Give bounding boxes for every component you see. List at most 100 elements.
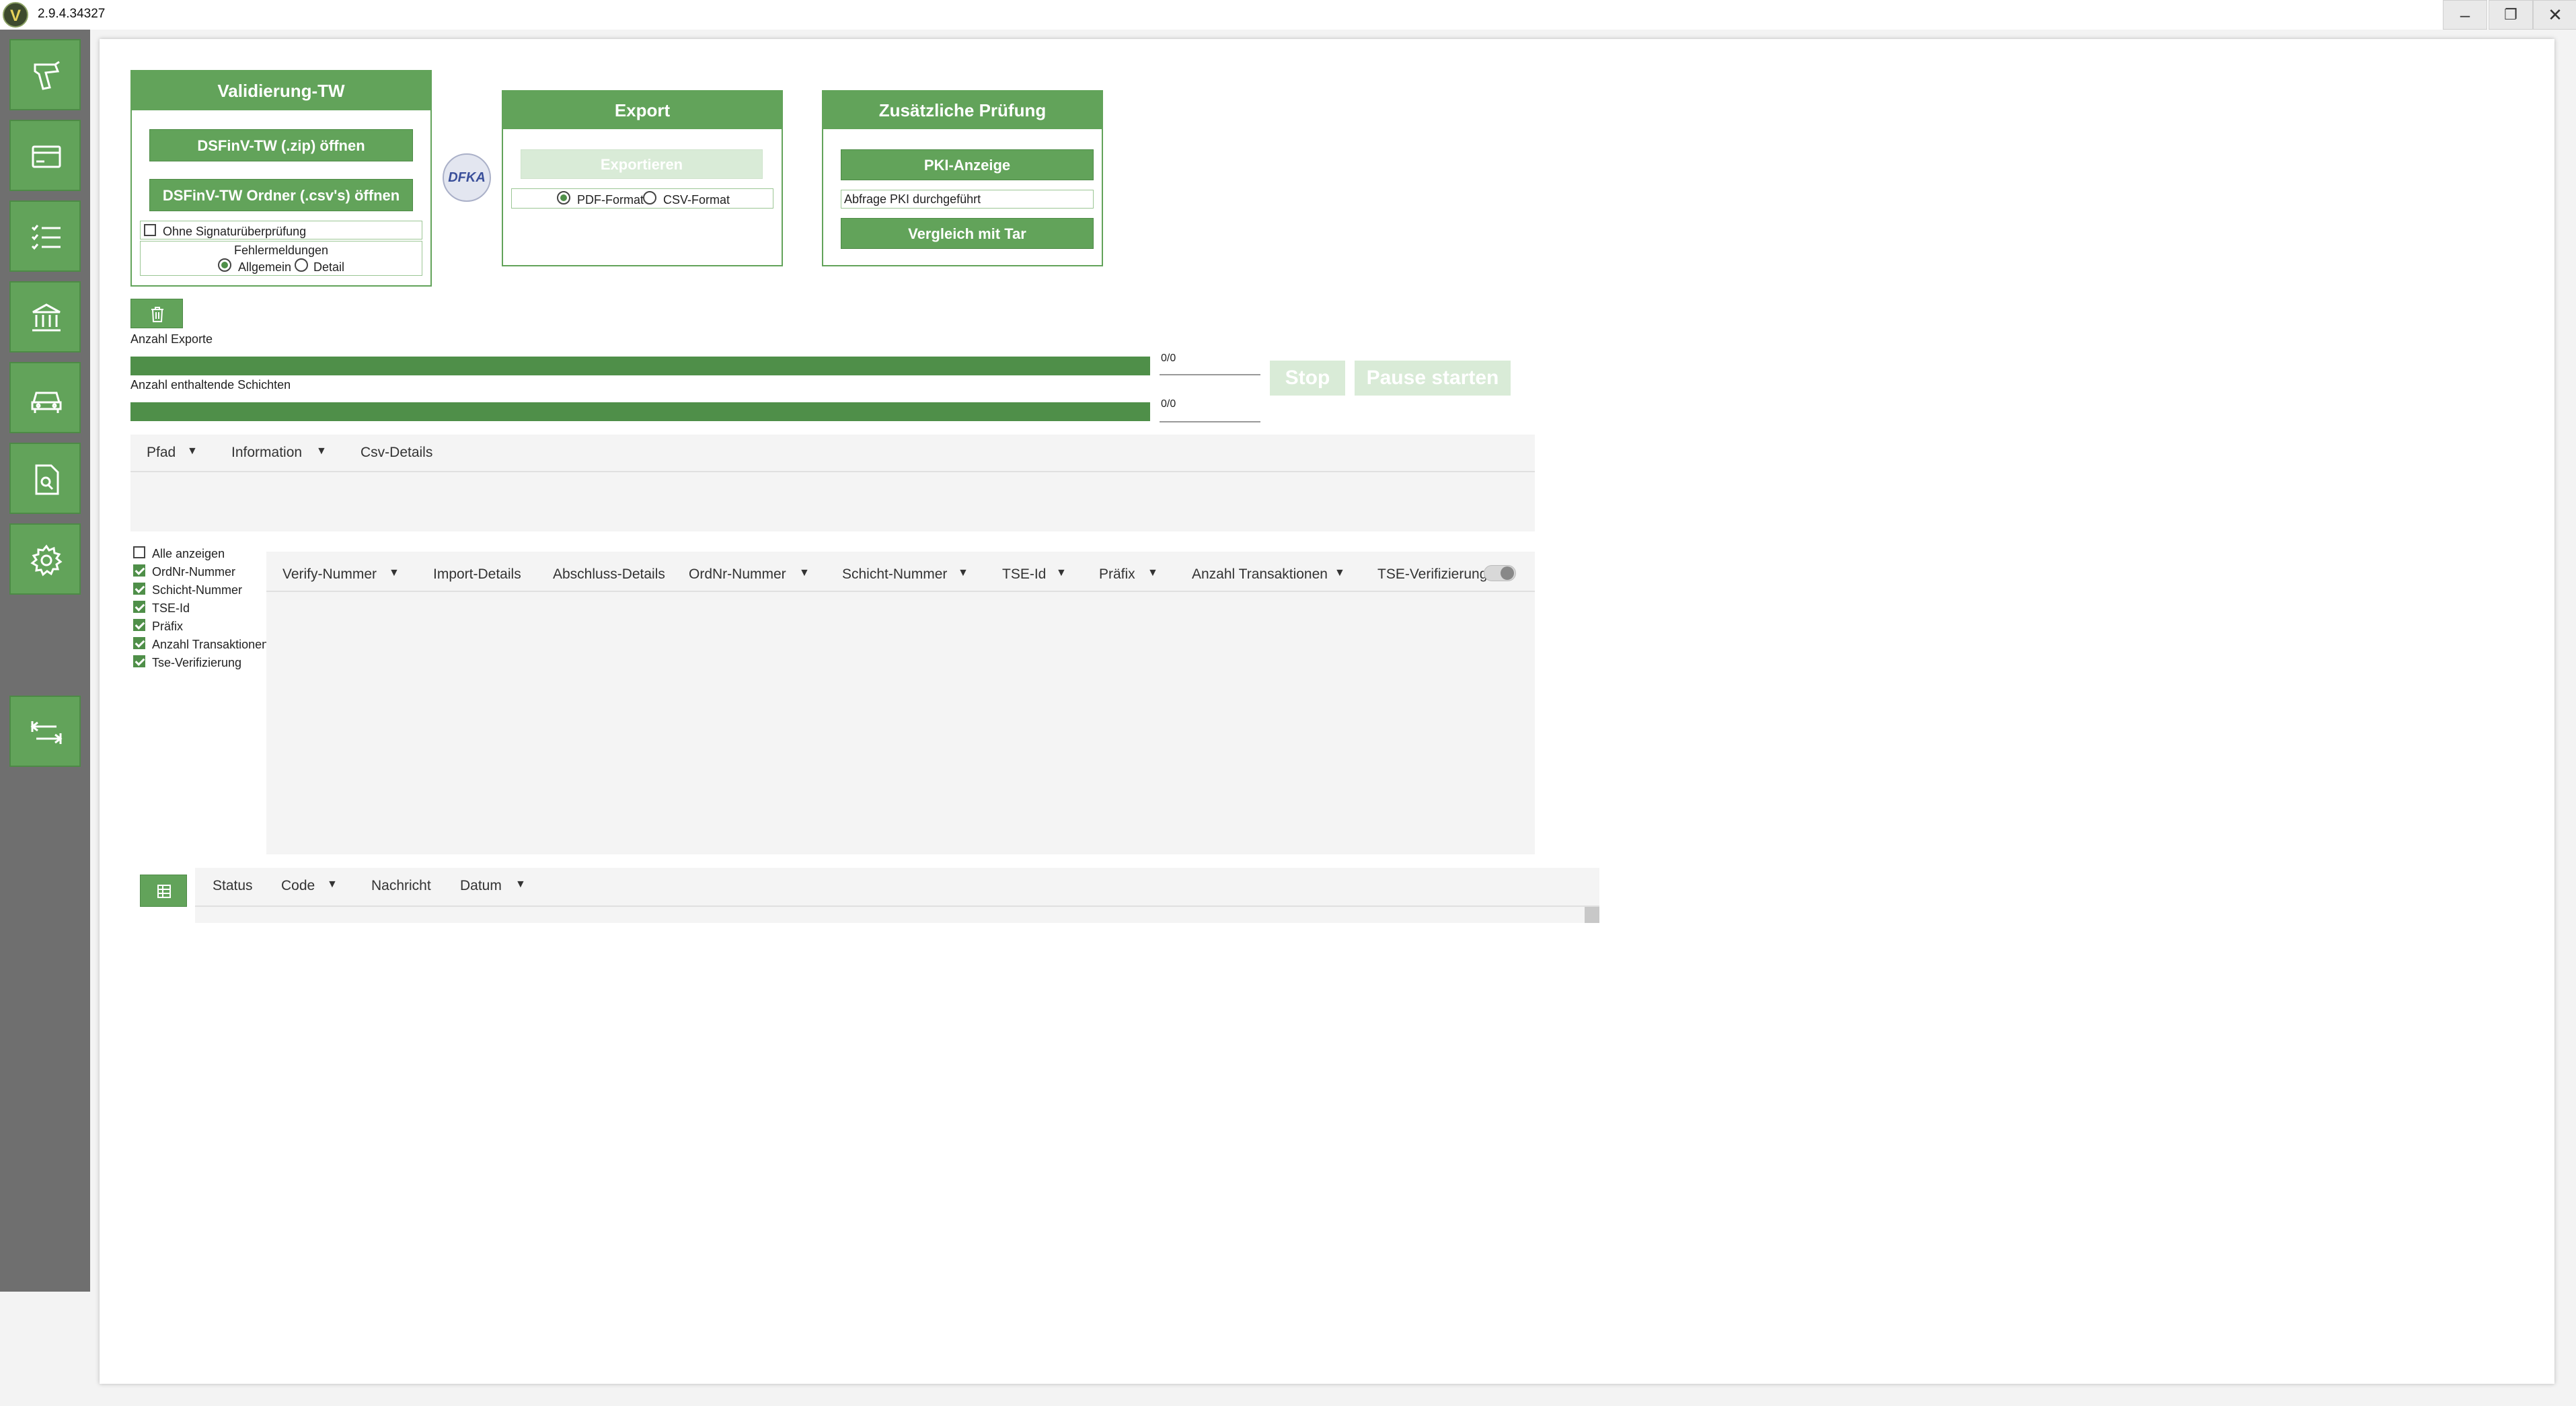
filter-icon[interactable]: ▼ (799, 567, 810, 579)
column-toggle-label: OrdNr-Nummer (152, 565, 235, 579)
open-folder-button[interactable]: DSFinV-TW Ordner (.csv's) öffnen (149, 179, 413, 211)
general-label: Allgemein (238, 260, 292, 274)
exports-label: Anzahl Exporte (130, 332, 213, 346)
verify-col-prefix[interactable]: Präfix (1099, 566, 1135, 583)
verify-col-transaction-count[interactable]: Anzahl Transaktionen (1192, 566, 1328, 583)
column-toggle-checkbox[interactable] (133, 601, 145, 613)
scrollbar-corner[interactable] (1585, 907, 1599, 923)
sidebar-item-bank[interactable] (9, 281, 81, 353)
csv-radio[interactable] (643, 191, 656, 205)
skip-signature-checkbox[interactable] (144, 224, 156, 236)
open-zip-button[interactable]: DSFinV-TW (.zip) öffnen (149, 129, 413, 161)
shifts-count-underline (1160, 421, 1260, 422)
sidebar-item-document-search[interactable] (9, 443, 81, 514)
column-toggle-label: Präfix (152, 620, 184, 633)
sidebar-item-car[interactable] (9, 362, 81, 433)
pki-button[interactable]: PKI-Anzeige (841, 149, 1094, 180)
trash-icon (151, 307, 163, 322)
stop-button[interactable]: Stop (1270, 361, 1345, 396)
verify-col-verify-number[interactable]: Verify-Nummer (282, 566, 377, 583)
file-table-header-line (130, 471, 1535, 472)
title-bar (0, 0, 2576, 30)
validation-title: Validierung-TW (132, 71, 430, 110)
minimize-button[interactable]: – (2443, 0, 2487, 30)
shifts-label: Anzahl enthaltende Schichten (130, 378, 291, 392)
column-toggle-checkbox[interactable] (133, 583, 145, 595)
detail-radio[interactable] (295, 258, 308, 272)
filter-icon[interactable]: ▼ (327, 879, 338, 891)
filter-icon[interactable]: ▼ (316, 445, 327, 457)
sidebar-item-collapse[interactable] (9, 696, 81, 767)
collapse-arrows-icon (30, 721, 63, 744)
checklist-icon (31, 225, 61, 250)
app-logo: V (3, 2, 28, 28)
verify-col-shift-number[interactable]: Schicht-Nummer (842, 566, 947, 583)
filter-icon[interactable]: ▼ (1147, 567, 1158, 579)
filter-icon[interactable]: ▼ (515, 879, 526, 891)
pause-button[interactable]: Pause starten (1355, 361, 1511, 396)
column-toggle-label: Schicht-Nummer (152, 583, 243, 597)
sidebar-item-settings[interactable] (9, 523, 81, 595)
file-table (130, 435, 1535, 531)
detail-label: Detail (313, 260, 345, 274)
dfka-logo: DFKA (443, 153, 491, 202)
export-button[interactable]: Exportieren (521, 149, 763, 179)
verify-table (266, 552, 1535, 854)
log-col-status[interactable]: Status (213, 878, 253, 894)
spreadsheet-icon (157, 885, 171, 898)
verification-toggle[interactable] (1484, 565, 1516, 581)
filter-icon[interactable]: ▼ (187, 445, 198, 457)
column-toggle-checkbox[interactable] (133, 546, 145, 558)
file-col-csv-details[interactable]: Csv-Details (361, 445, 432, 461)
skip-signature-label: Ohne Signaturüberprüfung (163, 225, 307, 238)
restore-button[interactable]: ❐ (2489, 0, 2533, 30)
verify-col-ordnr[interactable]: OrdNr-Nummer (689, 566, 786, 583)
export-log-button[interactable] (140, 875, 187, 907)
shifts-progress-bar (130, 402, 1150, 421)
filter-icon[interactable]: ▼ (389, 567, 400, 579)
column-toggle-checkbox[interactable] (133, 619, 145, 631)
verify-col-tse-verification[interactable]: TSE-Verifizierung (1377, 566, 1487, 583)
filter-icon[interactable]: ▼ (958, 567, 969, 579)
file-col-path[interactable]: Pfad (147, 445, 176, 461)
column-toggle-label: TSE-Id (152, 601, 190, 615)
filter-icon[interactable]: ▼ (1056, 567, 1067, 579)
pdf-radio[interactable] (557, 191, 570, 205)
log-table (195, 868, 1599, 923)
sidebar-item-checklist[interactable] (9, 200, 81, 272)
sidebar-item-card[interactable] (9, 120, 81, 191)
column-toggle-checkbox[interactable] (133, 564, 145, 577)
column-toggle-checkbox[interactable] (133, 655, 145, 667)
shifts-count: 0/0 (1161, 398, 1176, 410)
close-button[interactable]: ✕ (2533, 0, 2576, 30)
bank-icon (32, 303, 61, 332)
pdf-label: PDF-Format (577, 193, 644, 207)
card-icon (32, 145, 61, 168)
car-icon (31, 392, 62, 413)
log-col-code[interactable]: Code (281, 878, 315, 894)
log-col-date[interactable]: Datum (460, 878, 502, 894)
verify-col-import-details[interactable]: Import-Details (433, 566, 521, 583)
verify-table-header-line (266, 591, 1535, 592)
filter-icon[interactable]: ▼ (1334, 567, 1345, 579)
file-col-information[interactable]: Information (231, 445, 302, 461)
column-toggle-checkbox[interactable] (133, 637, 145, 649)
scanner-icon (34, 61, 60, 90)
delete-button[interactable] (130, 299, 183, 328)
exports-count: 0/0 (1161, 353, 1176, 364)
compare-tar-button[interactable]: Vergleich mit Tar (841, 218, 1094, 249)
exports-progress-bar (130, 357, 1150, 375)
column-toggle-label: Anzahl Transaktionen (152, 638, 269, 651)
log-table-header-line (195, 905, 1599, 907)
pki-status: Abfrage PKI durchgeführt (841, 190, 1094, 209)
column-toggle-label: Alle anzeigen (152, 547, 225, 560)
general-radio[interactable] (218, 258, 231, 272)
extra-check-title: Zusätzliche Prüfung (823, 91, 1102, 129)
log-col-message[interactable]: Nachricht (371, 878, 431, 894)
csv-label: CSV-Format (663, 193, 730, 207)
verify-col-tse-id[interactable]: TSE-Id (1002, 566, 1046, 583)
verify-col-closing-details[interactable]: Abschluss-Details (553, 566, 665, 583)
errors-label: Fehlermeldungen (233, 244, 329, 257)
export-title: Export (503, 91, 782, 129)
sidebar-item-scanner[interactable] (9, 39, 81, 110)
